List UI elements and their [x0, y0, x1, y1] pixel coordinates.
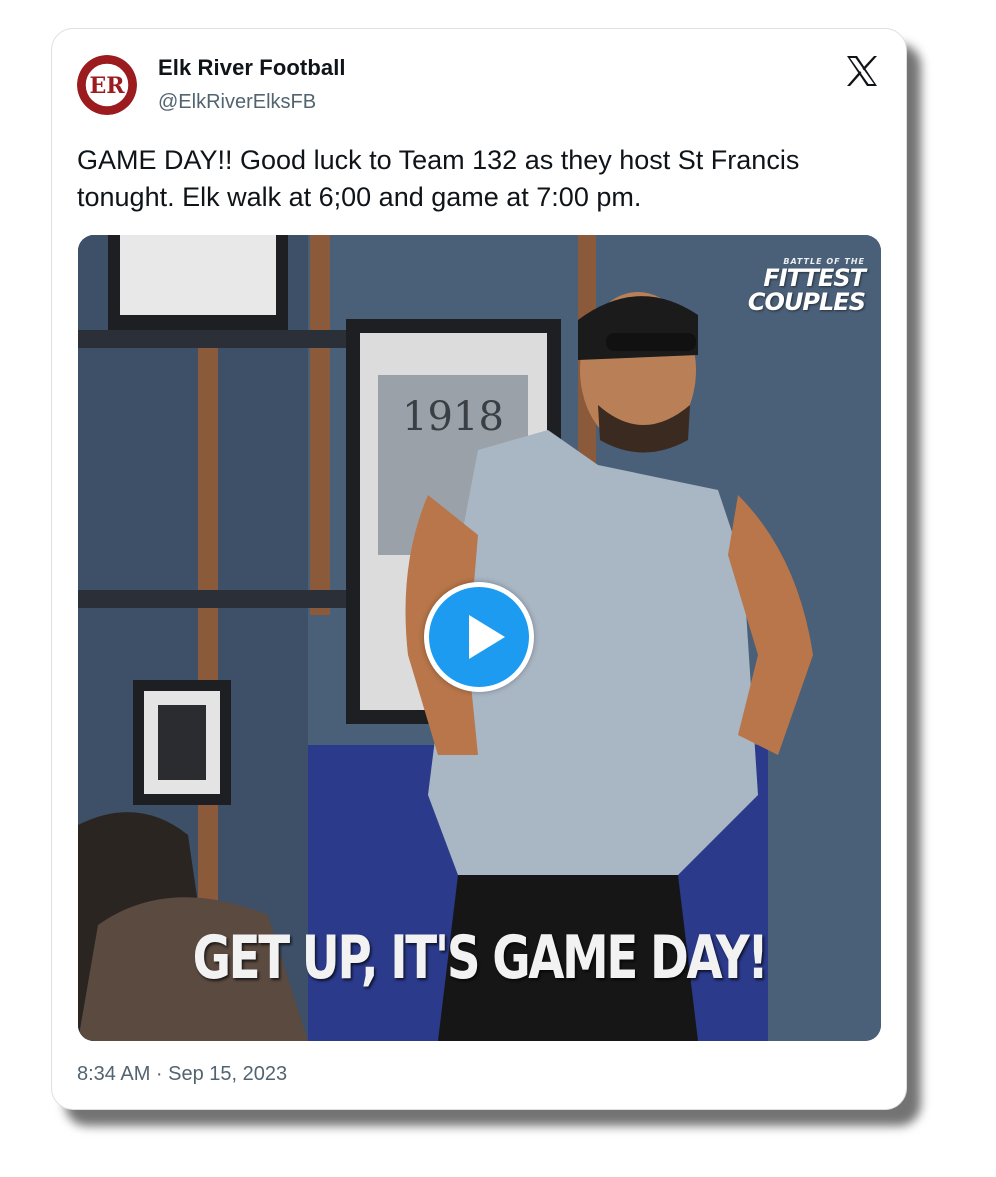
- brand-line-2: COUPLES: [747, 288, 866, 316]
- x-logo-icon[interactable]: [844, 53, 880, 89]
- tweet-text: GAME DAY!! Good luck to Team 132 as they…: [77, 145, 800, 212]
- svg-text:ER: ER: [89, 73, 125, 99]
- play-button[interactable]: [424, 582, 534, 692]
- elk-river-logo-icon: ER: [77, 55, 137, 115]
- show-brand-logo: BATTLE OF THE FITTEST COUPLES: [747, 257, 866, 316]
- video-caption: GET UP, IT'S GAME DAY!: [192, 923, 769, 993]
- play-icon: [469, 615, 505, 659]
- svg-text:1918: 1918: [402, 394, 504, 440]
- tweet-timestamp[interactable]: 8:34 AM · Sep 15, 2023: [77, 1063, 287, 1086]
- brand-small-text: BATTLE OF THE: [783, 257, 865, 266]
- author-name[interactable]: Elk River Football: [158, 55, 346, 81]
- tweet-card[interactable]: ER Elk River Football @ElkRiverElksFB GA…: [51, 28, 907, 1110]
- author-handle[interactable]: @ElkRiverElksFB: [158, 91, 316, 114]
- author-avatar[interactable]: ER: [77, 55, 137, 115]
- tweet-media[interactable]: 1918 BATTLE OF THE FITTEST COUPLES GET U…: [78, 235, 881, 1041]
- brand-line-1: FITTEST: [763, 264, 866, 292]
